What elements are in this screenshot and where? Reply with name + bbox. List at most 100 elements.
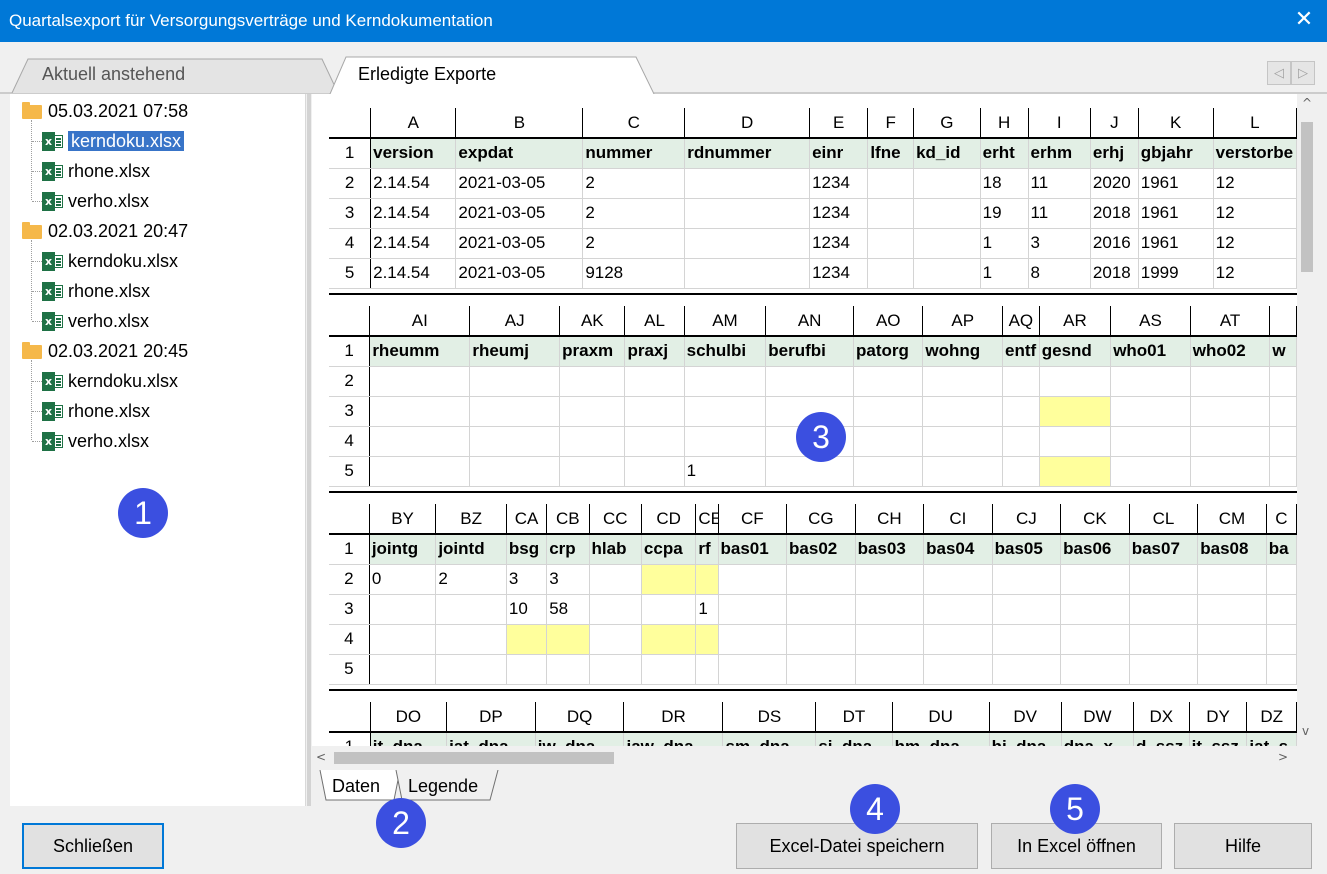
column-header[interactable]: DP: [446, 702, 536, 733]
column-header[interactable]: DV: [989, 702, 1062, 733]
column-header[interactable]: DT: [815, 702, 893, 733]
table-cell[interactable]: 10: [506, 594, 548, 625]
table-cell[interactable]: [1269, 366, 1297, 397]
column-header[interactable]: CF: [718, 504, 788, 535]
row-header[interactable]: 1: [329, 138, 372, 169]
table-cell[interactable]: bas07: [1129, 534, 1199, 565]
column-header[interactable]: AQ: [1002, 306, 1040, 337]
column-header[interactable]: DQ: [535, 702, 625, 733]
table-cell[interactable]: [546, 654, 590, 685]
table-cell[interactable]: 2.14.54: [370, 168, 457, 199]
column-header[interactable]: I: [1028, 108, 1091, 139]
table-cell[interactable]: [913, 228, 981, 259]
table-cell[interactable]: [546, 624, 590, 655]
table-cell[interactable]: 0: [369, 564, 437, 595]
table-cell[interactable]: rheumj: [469, 336, 561, 367]
table-cell[interactable]: [1190, 426, 1271, 457]
table-cell[interactable]: [641, 624, 697, 655]
table-cell[interactable]: [1197, 564, 1267, 595]
column-header[interactable]: CG: [786, 504, 856, 535]
column-header[interactable]: DR: [623, 702, 724, 733]
table-cell[interactable]: gbjahr: [1138, 138, 1214, 169]
column-header[interactable]: CK: [1060, 504, 1130, 535]
table-cell[interactable]: nummer: [582, 138, 686, 169]
tree-file-item[interactable]: verho.xlsx: [68, 428, 149, 454]
row-header[interactable]: 1: [329, 336, 371, 367]
table-cell[interactable]: w: [1269, 336, 1297, 367]
table-cell[interactable]: [589, 654, 642, 685]
table-cell[interactable]: it_dna: [370, 732, 448, 746]
corner-cell[interactable]: [329, 702, 371, 733]
table-cell[interactable]: wohng: [922, 336, 1004, 367]
sheet-tab-daten[interactable]: Daten: [332, 776, 380, 797]
table-cell[interactable]: [684, 396, 767, 427]
table-cell[interactable]: iat_s: [1246, 732, 1297, 746]
table-cell[interactable]: [559, 426, 626, 457]
table-cell[interactable]: [1266, 654, 1297, 685]
table-cell[interactable]: [1266, 594, 1297, 625]
column-header[interactable]: AO: [853, 306, 924, 337]
column-header[interactable]: F: [867, 108, 915, 139]
table-cell[interactable]: [1197, 654, 1267, 685]
column-header[interactable]: AR: [1039, 306, 1112, 337]
scroll-right-icon[interactable]: >: [1278, 750, 1288, 764]
table-cell[interactable]: [1129, 564, 1199, 595]
table-cell[interactable]: [641, 654, 697, 685]
table-cell[interactable]: [1060, 624, 1130, 655]
table-cell[interactable]: [853, 456, 924, 487]
table-cell[interactable]: [695, 624, 719, 655]
vertical-scrollbar[interactable]: ^ v: [1297, 94, 1317, 746]
table-cell[interactable]: [1269, 456, 1297, 487]
column-header[interactable]: CB: [546, 504, 590, 535]
horizontal-scroll-thumb[interactable]: [334, 752, 614, 764]
corner-cell[interactable]: [329, 504, 370, 535]
column-header[interactable]: CJ: [992, 504, 1062, 535]
table-cell[interactable]: 12: [1213, 168, 1297, 199]
table-cell[interactable]: 1: [695, 594, 719, 625]
table-cell[interactable]: 1: [980, 258, 1029, 289]
sheet-tab-legende[interactable]: Legende: [408, 776, 478, 797]
table-cell[interactable]: [855, 624, 925, 655]
hilfe-button[interactable]: Hilfe: [1174, 823, 1312, 869]
column-header[interactable]: DO: [370, 702, 448, 733]
table-cell[interactable]: [369, 396, 471, 427]
tab-erledigte-exporte[interactable]: Erledigte Exporte: [358, 64, 496, 85]
tab-scroll-right-button[interactable]: ▷: [1291, 61, 1315, 85]
table-cell[interactable]: bas01: [718, 534, 788, 565]
table-cell[interactable]: 1999: [1138, 258, 1214, 289]
table-cell[interactable]: crp: [546, 534, 590, 565]
table-cell[interactable]: [1002, 456, 1040, 487]
table-cell[interactable]: 18: [980, 168, 1029, 199]
table-cell[interactable]: 2: [582, 198, 686, 229]
column-header[interactable]: G: [913, 108, 981, 139]
column-header[interactable]: AL: [624, 306, 685, 337]
column-header[interactable]: C: [582, 108, 686, 139]
table-cell[interactable]: [1039, 396, 1112, 427]
tab-aktuell-anstehend[interactable]: Aktuell anstehend: [42, 64, 185, 85]
table-cell[interactable]: [1129, 624, 1199, 655]
table-cell[interactable]: [684, 426, 767, 457]
table-cell[interactable]: who01: [1110, 336, 1191, 367]
table-cell[interactable]: ccpa: [641, 534, 697, 565]
table-cell[interactable]: 2021-03-05: [455, 168, 584, 199]
table-cell[interactable]: [506, 624, 548, 655]
tree-file-item[interactable]: rhone.xlsx: [68, 158, 150, 184]
tree-file-item[interactable]: kerndoku.xlsx: [68, 368, 178, 394]
table-cell[interactable]: d_ssz: [1133, 732, 1190, 746]
table-cell[interactable]: [855, 654, 925, 685]
table-cell[interactable]: [1060, 594, 1130, 625]
table-cell[interactable]: si_dna: [815, 732, 893, 746]
table-cell[interactable]: [684, 198, 811, 229]
table-cell[interactable]: [1039, 456, 1112, 487]
row-header[interactable]: 1: [329, 534, 370, 565]
table-cell[interactable]: sm_dna: [722, 732, 817, 746]
table-cell[interactable]: [992, 564, 1062, 595]
table-cell[interactable]: [1269, 426, 1297, 457]
table-cell[interactable]: [786, 594, 856, 625]
column-header[interactable]: [1269, 306, 1297, 337]
table-cell[interactable]: dna_x: [1061, 732, 1134, 746]
table-cell[interactable]: it_ssz: [1189, 732, 1248, 746]
column-header[interactable]: CD: [641, 504, 697, 535]
scroll-down-icon[interactable]: v: [1302, 724, 1309, 738]
row-header[interactable]: 3: [329, 198, 372, 229]
